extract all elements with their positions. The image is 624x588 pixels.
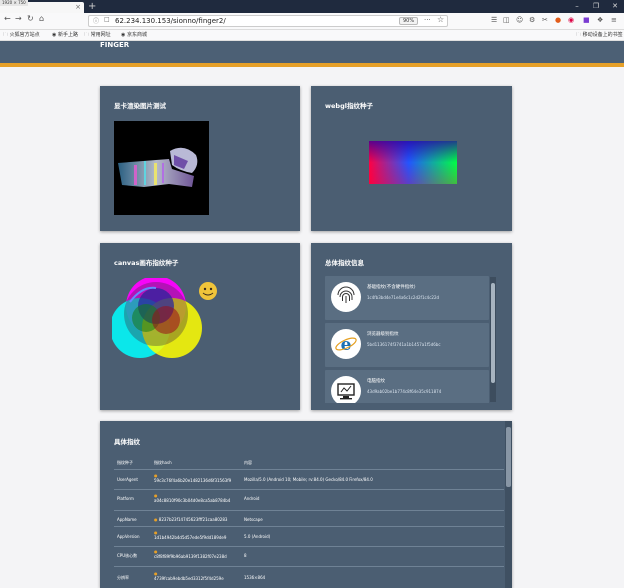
- table-cell-hash: ● 4739fcab9ebdb5ed3312f5f4d259e: [154, 571, 224, 581]
- table-cell-content: 8: [244, 553, 247, 558]
- notifications-icon[interactable]: ❖: [597, 16, 603, 24]
- table-cell-hash: ● 8237b23f14745623fff21caa80283: [154, 517, 228, 522]
- bookmark-item[interactable]: ◉ 新手上路: [52, 31, 78, 40]
- library-icon[interactable]: ☰: [491, 16, 497, 24]
- fingerprint-icon: [331, 282, 361, 312]
- bookmark-item[interactable]: 🗀 常用网址: [84, 31, 111, 40]
- maximize-icon[interactable]: ❐: [587, 0, 605, 13]
- table-divider: [114, 546, 504, 547]
- table-cell-hash: ● c8f8f89f9b96ab9139f1382f07e238d: [154, 549, 227, 559]
- table-cell-hash: ● a04c8810f90c3b04d0e8ca5ab8784b4: [154, 493, 231, 503]
- card-title: 总体指纹信息: [325, 259, 364, 267]
- fingerprint-list[interactable]: 基础指纹(不含硬件指纹) 1c4fb3bd4e71e4a6c1c2d2f1c4c…: [325, 274, 497, 403]
- account-icon[interactable]: ☺: [516, 16, 523, 24]
- screenshot-icon[interactable]: ✂: [542, 16, 548, 24]
- page-header: [0, 41, 624, 63]
- bookmark-item[interactable]: 🗀 火狐官方站点: [3, 31, 40, 40]
- card-title: 具体指纹: [114, 438, 140, 446]
- device-size-badge: 1920 × 750: [0, 0, 28, 6]
- table-cell-hash: ● 59c3c76f4a6b20e1482136d6f31563f9: [154, 473, 232, 483]
- list-item-title: 电脑指纹: [367, 379, 385, 384]
- details-card: 具体指纹: [100, 421, 512, 588]
- table-cell-content: 1536×864: [244, 575, 266, 580]
- header-accent-line: [0, 63, 624, 67]
- list-item-hash: 1c4fb3bd4e71e4a6c1c2d2f1c4c22d: [367, 295, 440, 300]
- table-cell-seed: Platform: [117, 496, 134, 501]
- table-cell-seed: AppVersion: [117, 534, 140, 539]
- addon-red-icon[interactable]: ◉: [568, 16, 574, 24]
- list-item: 电脑指纹 43d9ab02be1b774c8f64e35c911874: [325, 370, 489, 403]
- home-icon[interactable]: ⌂: [39, 14, 44, 23]
- table-cell-content: Netscape: [244, 517, 263, 522]
- list-item-hash: 43d9ab02be1b774c8f64e35c911874: [367, 389, 442, 394]
- table-cell-content: Android: [244, 496, 260, 501]
- card-title: canvas画布指纹种子: [114, 259, 179, 267]
- extension-icon[interactable]: ⚙: [529, 16, 535, 24]
- reload-icon[interactable]: ↻: [27, 14, 34, 23]
- bookmark-star-icon[interactable]: ☆: [437, 15, 444, 24]
- list-item: e 浏览器级别指纹 5bd1136174f3741a1b1457a1f5d6bc: [325, 323, 489, 367]
- canvas-circles: [110, 276, 222, 366]
- page-scrollbar-thumb[interactable]: [506, 427, 511, 487]
- mobile-bookmarks[interactable]: 🗀 移动设备上的书签: [576, 31, 623, 40]
- minimize-icon[interactable]: –: [568, 0, 586, 13]
- table-divider: [114, 526, 504, 527]
- table-cell-seed: 分辨率: [117, 575, 129, 580]
- card-title: webgl指纹种子: [325, 102, 373, 110]
- gpu-render-image: [114, 121, 209, 215]
- info-icon[interactable]: ⓘ: [93, 16, 99, 25]
- column-header: 指纹hash: [154, 460, 172, 465]
- table-divider: [114, 566, 504, 567]
- card-title: 显卡渲染图片测试: [114, 102, 166, 110]
- table-cell-content: Mozilla/5.0 (Android 10; Mobile; rv:84.0…: [244, 477, 373, 482]
- list-item-hash: 5bd1136174f3741a1b1457a1f5d6bc: [367, 342, 441, 347]
- table-divider: [114, 469, 504, 470]
- webgl-gradient: [369, 141, 457, 184]
- list-item-title: 浏览器级别指纹: [367, 332, 399, 337]
- table-divider: [114, 489, 504, 490]
- table-cell-seed: CPU核心数: [117, 553, 138, 558]
- addon-purple-icon[interactable]: ■: [583, 16, 590, 24]
- table-cell-hash: ● 1d1b4942b4d5d57ede5f9dd189de9: [154, 530, 227, 540]
- computer-icon: [331, 376, 361, 403]
- bookmark-item[interactable]: ◉ 京东商城: [121, 31, 147, 40]
- site-title: FINGER: [100, 41, 130, 49]
- column-header: 内容: [244, 460, 252, 465]
- ie-browser-icon: e: [331, 329, 361, 359]
- close-window-icon[interactable]: ✕: [606, 0, 624, 13]
- forward-icon[interactable]: →: [15, 14, 22, 23]
- list-item-title: 基础指纹(不含硬件指纹): [367, 285, 416, 290]
- page-icon: □: [104, 16, 110, 23]
- table-cell-seed: AppName: [117, 517, 137, 522]
- column-header: 指纹种子: [117, 460, 133, 465]
- list-item: 基础指纹(不含硬件指纹) 1c4fb3bd4e71e4a6c1c2d2f1c4c…: [325, 276, 489, 320]
- list-scrollbar-thumb[interactable]: [491, 283, 495, 383]
- addon-icon[interactable]: ●: [555, 16, 561, 24]
- back-icon[interactable]: ←: [4, 14, 11, 23]
- sidebar-icon[interactable]: ◫: [503, 16, 510, 24]
- menu-icon[interactable]: ≡: [611, 16, 617, 24]
- new-tab-button[interactable]: +: [88, 1, 96, 12]
- url-text[interactable]: 62.234.130.153/sionno/finger2/: [115, 17, 226, 25]
- tab-close-icon[interactable]: ×: [75, 3, 81, 11]
- table-cell-seed: UserAgent: [117, 477, 138, 482]
- table-cell-content: 5.0 (Android): [244, 534, 271, 539]
- table-divider: [114, 510, 504, 511]
- page-actions-icon[interactable]: ···: [424, 16, 431, 24]
- zoom-level[interactable]: 90%: [399, 17, 419, 25]
